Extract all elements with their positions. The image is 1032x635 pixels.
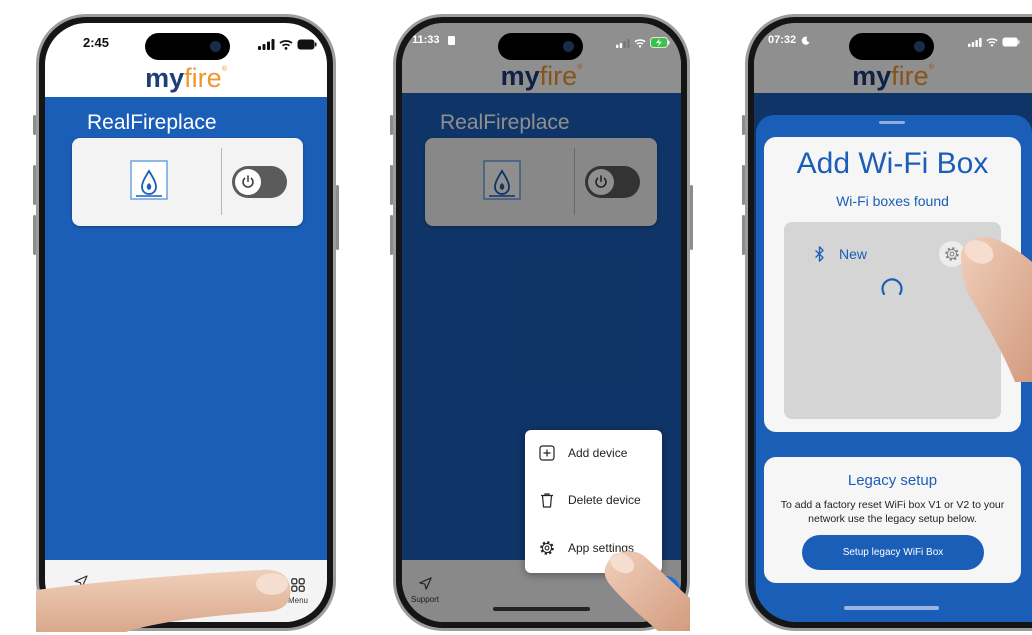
phone-screen-2: myfire® RealFireplace Support 11:33 Add … <box>402 23 681 622</box>
legacy-title: Legacy setup <box>847 472 938 489</box>
phone-frame-2: myfire® RealFireplace Support 11:33 Add … <box>393 14 690 631</box>
finger-overlay-2 <box>604 551 690 631</box>
phone-frame-1: myfire® 2:45 RealFireplace Menu <box>36 14 336 631</box>
wifi-icon <box>634 38 646 48</box>
camera-dot <box>563 41 574 52</box>
setup-legacy-wifi-box-button[interactable]: Setup legacy WiFi Box <box>802 535 984 570</box>
legacy-setup-card: Legacy setup To add a factory reset WiFi… <box>764 457 1021 583</box>
bluetooth-icon <box>815 246 824 262</box>
trash-icon <box>541 493 553 508</box>
menu-item-delete-device[interactable]: Delete device <box>525 477 662 524</box>
status-time: 07:32 <box>768 34 797 46</box>
sheet-title: Add Wi-Fi Box <box>796 147 989 180</box>
myfire-logo: myfire® <box>45 63 327 93</box>
signal-icon <box>258 39 275 50</box>
device-card[interactable] <box>72 138 303 226</box>
dynamic-island <box>145 33 230 60</box>
menu-item-label: Add device <box>568 446 628 460</box>
phone-screen-1: myfire® 2:45 RealFireplace Menu <box>45 23 327 622</box>
gear-icon <box>540 541 554 555</box>
status-icons <box>616 37 670 48</box>
logo-my: my <box>145 63 185 93</box>
home-indicator <box>844 606 939 610</box>
wifi-icon <box>279 39 293 50</box>
toggle-knob <box>235 169 261 195</box>
finger-overlay-1 <box>36 569 291 632</box>
battery-icon <box>297 39 317 49</box>
plus-square-icon <box>539 445 555 461</box>
moon-icon <box>801 36 810 45</box>
battery-icon <box>1002 37 1020 47</box>
camera-dot <box>210 41 221 52</box>
status-time: 11:33 <box>412 34 440 46</box>
status-icons <box>258 38 317 50</box>
notification-icon <box>448 36 455 45</box>
battery-charging-icon <box>650 37 670 48</box>
wifi-icon <box>986 38 998 47</box>
dynamic-island <box>849 33 934 60</box>
grid-icon <box>291 578 305 592</box>
signal-icon <box>968 37 982 47</box>
sheet-grab-handle[interactable] <box>879 121 905 124</box>
logo-registered-mark: ® <box>221 66 227 73</box>
group-title: RealFireplace <box>87 111 217 134</box>
power-toggle[interactable] <box>232 166 287 198</box>
phone-side-button <box>336 185 339 250</box>
found-device-row[interactable]: New <box>804 240 924 268</box>
logo-fire: fire <box>184 63 222 93</box>
fireplace-icon <box>130 160 168 200</box>
camera-dot <box>914 41 925 52</box>
finger-overlay-3 <box>960 236 1032 382</box>
signal-icon <box>616 38 630 48</box>
menu-item-add-device[interactable]: Add device <box>525 430 662 477</box>
status-icons <box>968 37 1020 47</box>
menu-item-label: Delete device <box>568 493 641 507</box>
card-divider <box>221 148 222 215</box>
phone-side-button <box>690 185 693 250</box>
sheet-subtitle: Wi-Fi boxes found <box>836 193 949 209</box>
loading-spinner <box>881 278 903 296</box>
home-indicator <box>493 607 590 611</box>
status-time: 2:45 <box>83 35 110 50</box>
found-device-name: New <box>839 246 868 262</box>
legacy-description: To add a factory reset WiFi box V1 or V2… <box>780 499 1005 525</box>
power-icon <box>242 175 254 188</box>
dynamic-island <box>498 33 583 60</box>
